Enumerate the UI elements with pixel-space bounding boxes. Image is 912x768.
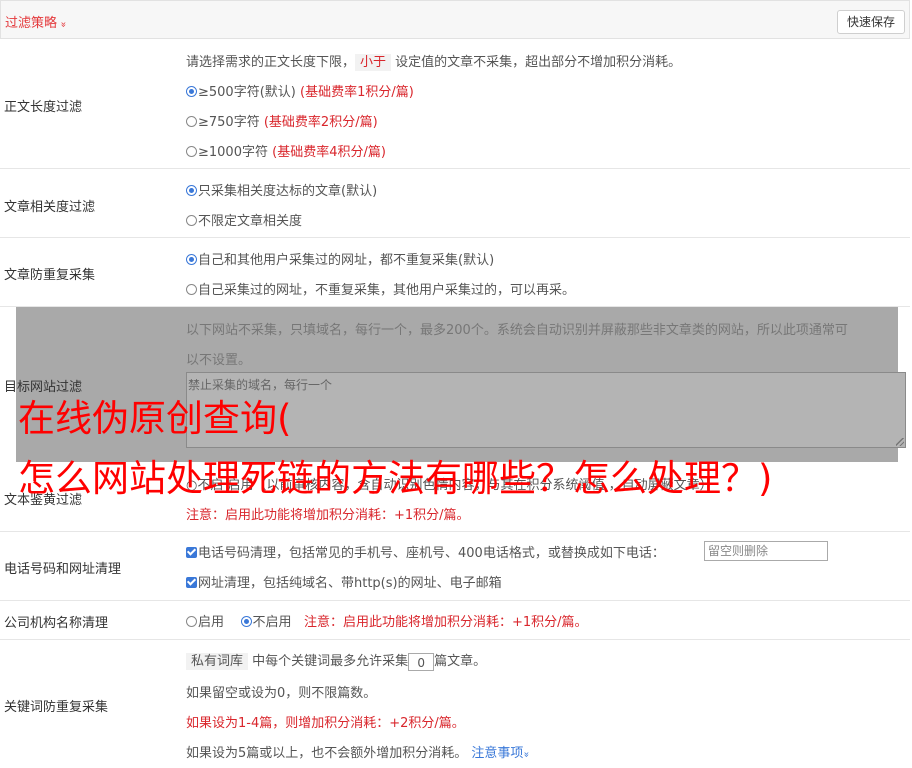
keyword-line1-b: 篇文章。	[434, 654, 487, 669]
radio-unchecked-icon[interactable]	[186, 616, 197, 627]
dedupe-label: 文章防重复采集	[4, 268, 96, 283]
option-text: 电话号码清理，包括常见的手机号、座机号、400电话格式，或替换成如下电话：	[198, 546, 665, 561]
radio-checked-icon[interactable]	[186, 254, 197, 265]
radio-unchecked-icon[interactable]	[186, 116, 197, 127]
header-title-label: 过滤策略	[5, 16, 58, 31]
url-clean-option[interactable]: 网址清理，包括纯域名、带http(s)的网址、电子邮箱	[186, 572, 502, 591]
radio-unchecked-icon[interactable]	[186, 146, 197, 157]
length-filter-desc: 请选择需求的正文长度下限， 小于 设定值的文章不采集，超出部分不增加积分消耗。	[186, 51, 682, 71]
phone-url-label: 电话号码和网址清理	[4, 562, 122, 577]
target-desc-line2: 以不设置。	[186, 353, 252, 368]
notes-link[interactable]: 注意事项»	[471, 746, 532, 761]
radio-checked-icon[interactable]	[240, 616, 252, 627]
option-text: ≥500字符(默认)	[198, 85, 296, 100]
keyword-line4: 如果设为5篇或以上，也不会额外增加积分消耗。 注意事项»	[186, 742, 532, 761]
radio-checked-icon[interactable]	[186, 185, 197, 196]
relevance-filter-row: 文章相关度过滤 只采集相关度达标的文章(默认) 不限定文章相关度	[0, 169, 910, 238]
text-review-note: 注意：启用此功能将增加积分消耗：+1积分/篇。	[186, 508, 470, 523]
company-clean-note: 注意：启用此功能将增加积分消耗：+1积分/篇。	[303, 615, 588, 630]
length-desc-b: 设定值的文章不采集，超出部分不增加积分消耗。	[395, 55, 682, 70]
option-note: (基础费率1积分/篇)	[300, 85, 414, 100]
overlay-title-line1: 在线伪原创查询(	[18, 397, 292, 440]
length-option-1000[interactable]: ≥1000字符 (基础费率4积分/篇)	[186, 141, 386, 160]
resize-handle-icon[interactable]	[896, 438, 904, 446]
dedupe-option-self[interactable]: 自己采集过的网址，不重复采集，其他用户采集过的，可以再采。	[186, 279, 575, 298]
length-filter-label: 正文长度过滤	[4, 100, 83, 115]
less-than-tag: 小于	[355, 54, 392, 71]
company-clean-row: 公司机构名称清理 启用 不启用 注意：启用此功能将增加积分消耗：+1积分/篇。	[0, 601, 910, 640]
option-text: 自己采集过的网址，不重复采集，其他用户采集过的，可以再采。	[198, 283, 576, 298]
target-desc-line1: 以下网站不采集，只填域名，每行一个，最多200个。系统会自动识别并屏蔽那些非文章…	[186, 323, 848, 338]
option-text: ≥1000字符	[198, 145, 268, 160]
radio-checked-icon[interactable]	[186, 86, 197, 97]
keyword-line1: 私有词库 中每个关键词最多允许采集 0 篇文章。	[186, 650, 486, 671]
company-clean-label: 公司机构名称清理	[4, 616, 109, 631]
phone-clean-option[interactable]: 电话号码清理，包括常见的手机号、座机号、400电话格式，或替换成如下电话：	[186, 542, 665, 561]
keyword-line2: 如果留空或设为0，则不限篇数。	[186, 686, 377, 701]
option-text: 不启用	[252, 615, 292, 630]
checkbox-checked-icon[interactable]	[186, 577, 197, 588]
notes-link-label: 注意事项	[471, 746, 524, 761]
chevron-down-icon: »	[57, 21, 69, 28]
relevance-option-qualified[interactable]: 只采集相关度达标的文章(默认)	[186, 180, 377, 199]
max-articles-input[interactable]: 0	[408, 652, 435, 671]
option-text: 启用	[198, 615, 225, 630]
relevance-option-any[interactable]: 不限定文章相关度	[186, 210, 302, 229]
replacement-phone-input[interactable]: 留空则删除	[704, 541, 828, 561]
private-lexicon-tag[interactable]: 私有词库	[186, 653, 249, 670]
keyword-line1-a: 中每个关键词最多允许采集	[252, 654, 409, 669]
dedupe-option-all[interactable]: 自己和其他用户采集过的网址，都不重复采集(默认)	[186, 249, 494, 268]
option-text: 自己和其他用户采集过的网址，都不重复采集(默认)	[198, 253, 495, 268]
option-text: ≥750字符	[198, 115, 260, 130]
quick-save-button[interactable]: 快速保存	[836, 10, 905, 34]
header-title[interactable]: 过滤策略»	[5, 12, 69, 31]
filter-strategy-header: 过滤策略» 快速保存	[0, 0, 910, 39]
overlay-title-line2: 怎么网站处理死链的方法有哪些？怎么处理？)	[18, 457, 773, 500]
company-option-on[interactable]: 启用	[186, 615, 224, 630]
checkbox-checked-icon[interactable]	[186, 547, 197, 558]
blocked-domains-textarea[interactable]: 禁止采集的域名，每行一个	[186, 372, 906, 448]
option-note: (基础费率4积分/篇)	[272, 145, 386, 160]
company-clean-options: 启用 不启用 注意：启用此功能将增加积分消耗：+1积分/篇。	[186, 611, 588, 630]
length-desc-a: 请选择需求的正文长度下限，	[186, 55, 356, 70]
radio-unchecked-icon[interactable]	[186, 284, 197, 295]
chevron-down-icon: »	[521, 751, 532, 758]
keyword-line3: 如果设为1-4篇，则增加积分消耗：+2积分/篇。	[186, 716, 465, 731]
option-text: 不限定文章相关度	[198, 214, 303, 229]
option-note: (基础费率2积分/篇)	[263, 115, 378, 130]
length-option-750[interactable]: ≥750字符 (基础费率2积分/篇)	[186, 111, 378, 130]
company-option-off[interactable]: 不启用	[240, 615, 292, 630]
length-filter-row: 正文长度过滤 请选择需求的正文长度下限， 小于 设定值的文章不采集，超出部分不增加…	[0, 39, 910, 169]
dedupe-row: 文章防重复采集 自己和其他用户采集过的网址，都不重复采集(默认) 自己采集过的网…	[0, 238, 910, 307]
keyword-dedupe-label: 关键词防重复采集	[4, 700, 109, 715]
relevance-filter-label: 文章相关度过滤	[4, 200, 96, 215]
length-option-500[interactable]: ≥500字符(默认) (基础费率1积分/篇)	[186, 81, 414, 100]
keyword-line4-text: 如果设为5篇或以上，也不会额外增加积分消耗。	[186, 746, 468, 761]
option-text: 网址清理，包括纯域名、带http(s)的网址、电子邮箱	[198, 576, 502, 591]
keyword-dedupe-row: 关键词防重复采集 私有词库 中每个关键词最多允许采集 0 篇文章。 如果留空或设为0…	[0, 640, 910, 768]
radio-unchecked-icon[interactable]	[186, 215, 197, 226]
option-text: 只采集相关度达标的文章(默认)	[198, 184, 378, 199]
